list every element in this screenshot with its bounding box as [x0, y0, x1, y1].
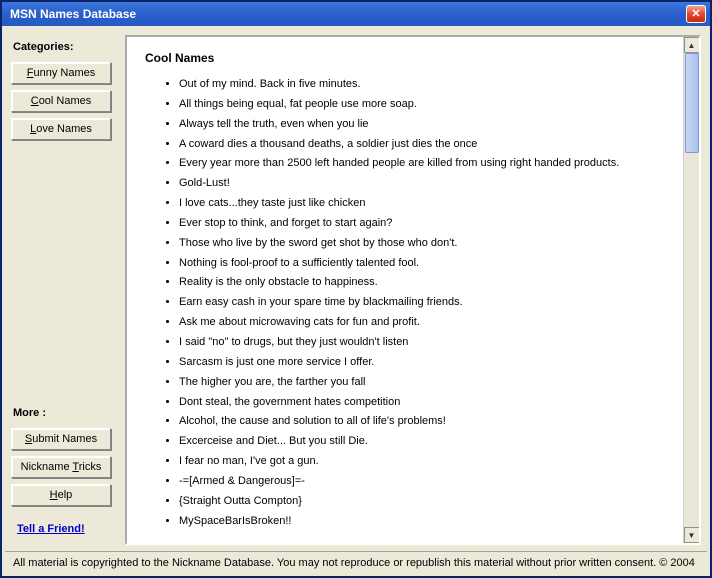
love-names-button[interactable]: Love Names [11, 118, 111, 140]
list-item: Excerceise and Diet... But you still Die… [179, 434, 665, 449]
list-item: Alcohol, the cause and solution to all o… [179, 414, 665, 429]
list-item: Ask me about microwaving cats for fun an… [179, 315, 665, 330]
list-item: Sarcasm is just one more service I offer… [179, 355, 665, 370]
content-heading: Cool Names [145, 51, 665, 65]
upper-pane: Categories: Funny Names Cool Names Love … [5, 29, 707, 551]
list-item: Gold-Lust! [179, 176, 665, 191]
list-item: Every year more than 2500 left handed pe… [179, 156, 665, 171]
scrollbar-track[interactable] [684, 53, 700, 527]
vertical-scrollbar[interactable]: ▲ ▼ [683, 37, 699, 543]
cool-names-button[interactable]: Cool Names [11, 90, 111, 112]
chevron-up-icon: ▲ [688, 41, 696, 50]
tell-a-friend-link[interactable]: Tell a Friend! [17, 523, 119, 535]
close-icon: ✕ [691, 9, 700, 20]
content-area: Cool Names Out of my mind. Back in five … [127, 37, 683, 543]
list-item: Reality is the only obstacle to happines… [179, 275, 665, 290]
help-button[interactable]: Help [11, 484, 111, 506]
list-item: {Straight Outta Compton} [179, 494, 665, 509]
list-item: Nothing is fool-proof to a sufficiently … [179, 256, 665, 271]
list-item: I said "no" to drugs, but they just woul… [179, 335, 665, 350]
funny-names-button[interactable]: Funny Names [11, 62, 111, 84]
app-window: MSN Names Database ✕ Categories: Funny N… [0, 0, 712, 578]
footer-text: All material is copyrighted to the Nickn… [5, 551, 707, 573]
client-area: Categories: Funny Names Cool Names Love … [2, 26, 710, 576]
list-item: MySpaceBarIsBroken!! [179, 514, 665, 529]
sidebar-spacer [11, 143, 119, 403]
nickname-tricks-button[interactable]: Nickname Tricks [11, 456, 111, 478]
window-title: MSN Names Database [10, 7, 686, 21]
main-panel: Cool Names Out of my mind. Back in five … [125, 35, 701, 545]
chevron-down-icon: ▼ [688, 531, 696, 540]
submit-names-button[interactable]: Submit Names [11, 428, 111, 450]
titlebar[interactable]: MSN Names Database ✕ [2, 2, 710, 26]
list-item: I fear no man, I've got a gun. [179, 454, 665, 469]
scroll-down-button[interactable]: ▼ [684, 527, 700, 543]
more-heading: More : [13, 407, 119, 419]
names-list: Out of my mind. Back in five minutes. All… [179, 77, 665, 528]
list-item: I love cats...they taste just like chick… [179, 196, 665, 211]
categories-heading: Categories: [13, 41, 119, 53]
list-item: All things being equal, fat people use m… [179, 97, 665, 112]
list-item: A coward dies a thousand deaths, a soldi… [179, 137, 665, 152]
sidebar: Categories: Funny Names Cool Names Love … [5, 29, 125, 551]
scrollbar-thumb[interactable] [685, 53, 699, 153]
list-item: Earn easy cash in your spare time by bla… [179, 295, 665, 310]
list-item: Dont steal, the government hates competi… [179, 395, 665, 410]
list-item: Those who live by the sword get shot by … [179, 236, 665, 251]
list-item: Ever stop to think, and forget to start … [179, 216, 665, 231]
list-item: -=[Armed & Dangerous]=- [179, 474, 665, 489]
list-item: The higher you are, the farther you fall [179, 375, 665, 390]
close-button[interactable]: ✕ [686, 5, 706, 23]
scroll-up-button[interactable]: ▲ [684, 37, 700, 53]
list-item: Always tell the truth, even when you lie [179, 117, 665, 132]
list-item: Out of my mind. Back in five minutes. [179, 77, 665, 92]
